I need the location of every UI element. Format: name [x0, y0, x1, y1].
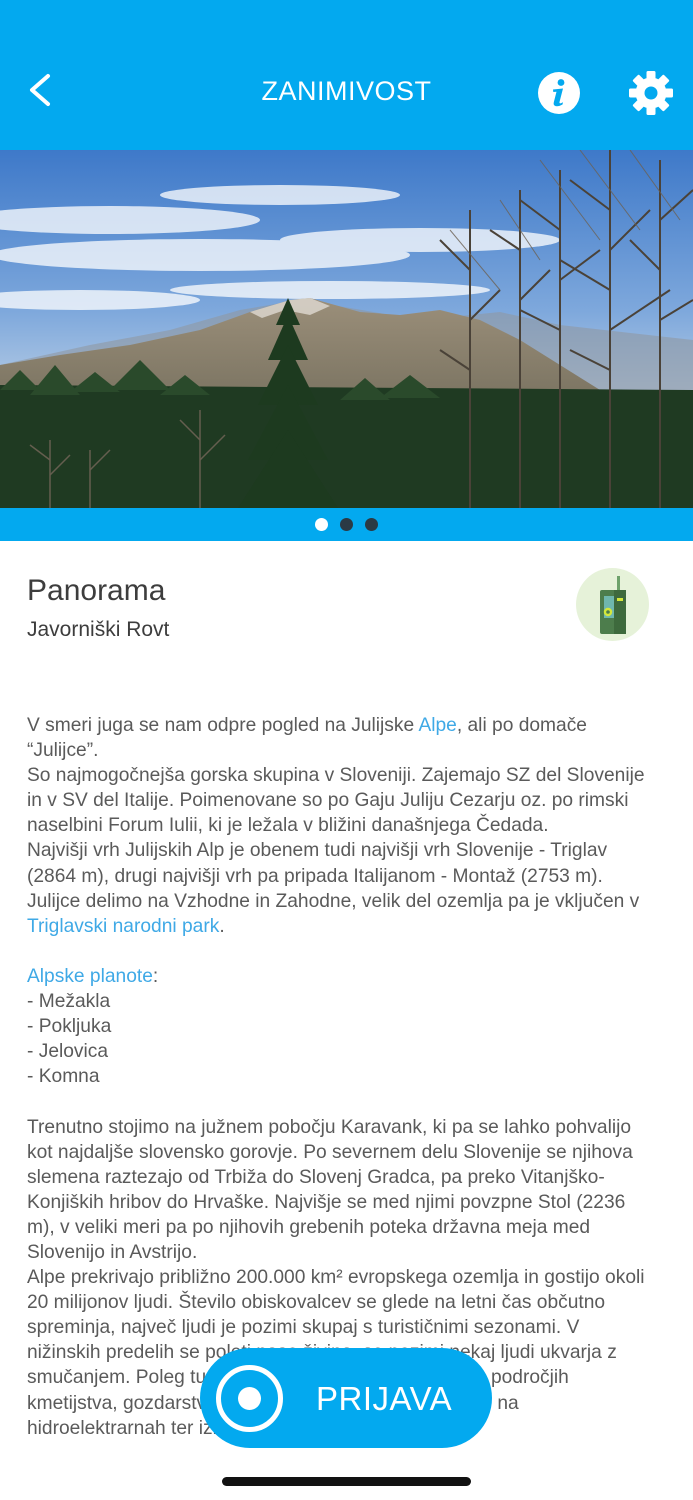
text-span: V smeri juga se nam odpre pogled na Juli… [27, 715, 419, 736]
poi-subtitle: Javorniški Rovt [27, 618, 170, 641]
page-dot-3[interactable] [365, 518, 378, 531]
list-item: - Pokljuka [27, 1016, 112, 1038]
list-item: - Komna [27, 1066, 100, 1088]
alpske-planote-link[interactable]: Alpske planote [27, 966, 153, 987]
page-title: ZANIMIVOST [261, 76, 432, 106]
poi-description: V smeri juga se nam odpre pogled na Juli… [27, 713, 657, 1441]
record-dot [238, 1387, 261, 1410]
paragraph: Trenutno stojimo na južnem pobočju Karav… [27, 1116, 633, 1263]
checkin-button[interactable]: PRIJAVA [200, 1348, 492, 1448]
mountain-photo [0, 150, 693, 508]
photo-gallery[interactable] [0, 150, 693, 508]
gallery-pagination [0, 508, 693, 541]
info-button[interactable] [536, 70, 582, 116]
top-app-bar: ZANIMIVOST [0, 0, 693, 150]
walkie-talkie-icon [600, 576, 626, 634]
paragraph: Najvišji vrh Julijskih Alp je obenem tud… [27, 840, 608, 887]
text-span: : [152, 965, 159, 987]
text-span: Julijce delimo na Vzhodne in Zahodne, ve… [27, 890, 640, 912]
home-indicator [222, 1477, 471, 1486]
poi-type-badge [576, 568, 649, 641]
page-dot-1[interactable] [315, 518, 328, 531]
list-item: - Mežakla [27, 991, 111, 1013]
text-span: . [219, 915, 225, 937]
poi-title: Panorama [27, 574, 166, 607]
info-icon [538, 72, 580, 114]
list-title: Alpske planote: [27, 964, 657, 989]
settings-button[interactable] [627, 69, 675, 117]
paragraph: So najmogočnejša gorska skupina v Sloven… [27, 765, 645, 837]
triglavski-narodni-park-link[interactable]: Triglavski narodni park [27, 916, 219, 937]
paragraph: V smeri juga se nam odpre pogled na Juli… [27, 713, 657, 763]
checkin-label: PRIJAVA [316, 1380, 453, 1417]
record-icon [216, 1365, 283, 1432]
page-dot-2[interactable] [340, 518, 353, 531]
gear-icon [629, 71, 673, 115]
alpe-link[interactable]: Alpe [418, 715, 456, 736]
list-item: - Jelovica [27, 1041, 109, 1063]
paragraph: Julijce delimo na Vzhodne in Zahodne, ve… [27, 889, 657, 939]
